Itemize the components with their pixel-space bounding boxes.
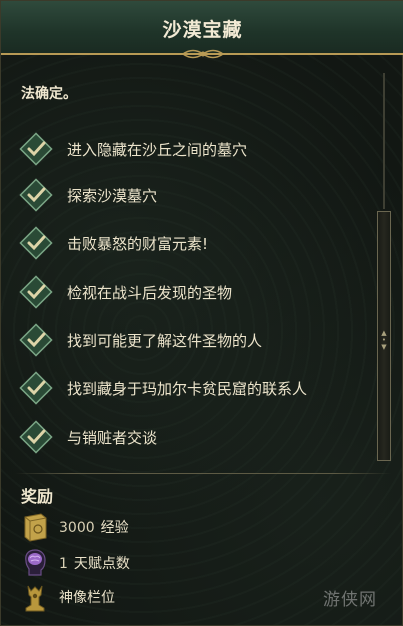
objective-label: 找到可能更了解这件圣物的人: [67, 331, 263, 350]
checkmark-icon: [19, 323, 53, 357]
checkmark-icon: [19, 275, 53, 309]
reward-label: 神像栏位: [59, 587, 115, 607]
scrollbar-track[interactable]: [383, 73, 385, 209]
objective-label: 击败暴怒的财富元素!: [67, 234, 209, 253]
checkmark-icon: [19, 371, 53, 405]
objective-item: 与销赃者交谈: [19, 417, 359, 457]
checkmark-icon: [19, 132, 53, 166]
reward-amount: 1: [59, 556, 68, 572]
objective-item: 进入隐藏在沙丘之间的墓穴: [19, 129, 359, 169]
reward-talent-point: 1 天赋点数: [19, 547, 130, 579]
quest-header: 沙漠宝藏: [1, 1, 403, 59]
header-ornament-icon: [92, 49, 313, 59]
objective-item: 找到可能更了解这件圣物的人: [19, 320, 359, 360]
objective-label: 检视在战斗后发现的圣物: [67, 283, 233, 302]
reward-text: 神像栏位: [59, 590, 115, 606]
checkmark-icon: [19, 178, 53, 212]
section-divider: [15, 473, 391, 474]
objective-item: 检视在战斗后发现的圣物: [19, 272, 359, 312]
reward-experience: 3000 经验: [19, 511, 129, 543]
site-watermark: 游侠网: [323, 590, 377, 610]
checkmark-icon: [19, 226, 53, 260]
objective-label: 进入隐藏在沙丘之间的墓穴: [67, 140, 248, 159]
objective-item: 探索沙漠墓穴: [19, 175, 359, 215]
quest-description: 法确定。: [21, 86, 77, 102]
objective-label: 与销赃者交谈: [67, 428, 158, 447]
objective-item: 击败暴怒的财富元素!: [19, 223, 359, 263]
quest-panel: 沙漠宝藏 法确定。 进入隐藏在沙丘之间的墓穴 探索沙漠墓穴 击败暴怒的财富元素!…: [0, 0, 403, 626]
scrollbar-thumb[interactable]: ▲ • ▼: [377, 211, 391, 461]
quest-title: 沙漠宝藏: [162, 19, 243, 41]
checkmark-icon: [19, 420, 53, 454]
objective-label: 探索沙漠墓穴: [67, 186, 158, 205]
scrollbar-grip-icon: ▲ • ▼: [381, 329, 387, 351]
idol-statue-icon: [25, 585, 45, 612]
brain-head-icon: [25, 549, 46, 576]
reward-label: 1 天赋点数: [59, 553, 130, 573]
experience-book-icon: [24, 513, 47, 542]
objective-label: 找到藏身于玛加尔卡贫民窟的联系人: [67, 379, 308, 398]
reward-text: 经验: [100, 520, 129, 536]
rewards-heading: 奖励: [21, 487, 54, 506]
objective-item: 找到藏身于玛加尔卡贫民窟的联系人: [19, 368, 359, 408]
reward-amount: 3000: [59, 520, 95, 536]
reward-text: 天赋点数: [73, 556, 130, 572]
reward-label: 3000 经验: [59, 517, 129, 537]
scrollbar[interactable]: ▲ • ▼: [377, 73, 391, 465]
reward-idol-slot: 神像栏位: [19, 581, 115, 613]
